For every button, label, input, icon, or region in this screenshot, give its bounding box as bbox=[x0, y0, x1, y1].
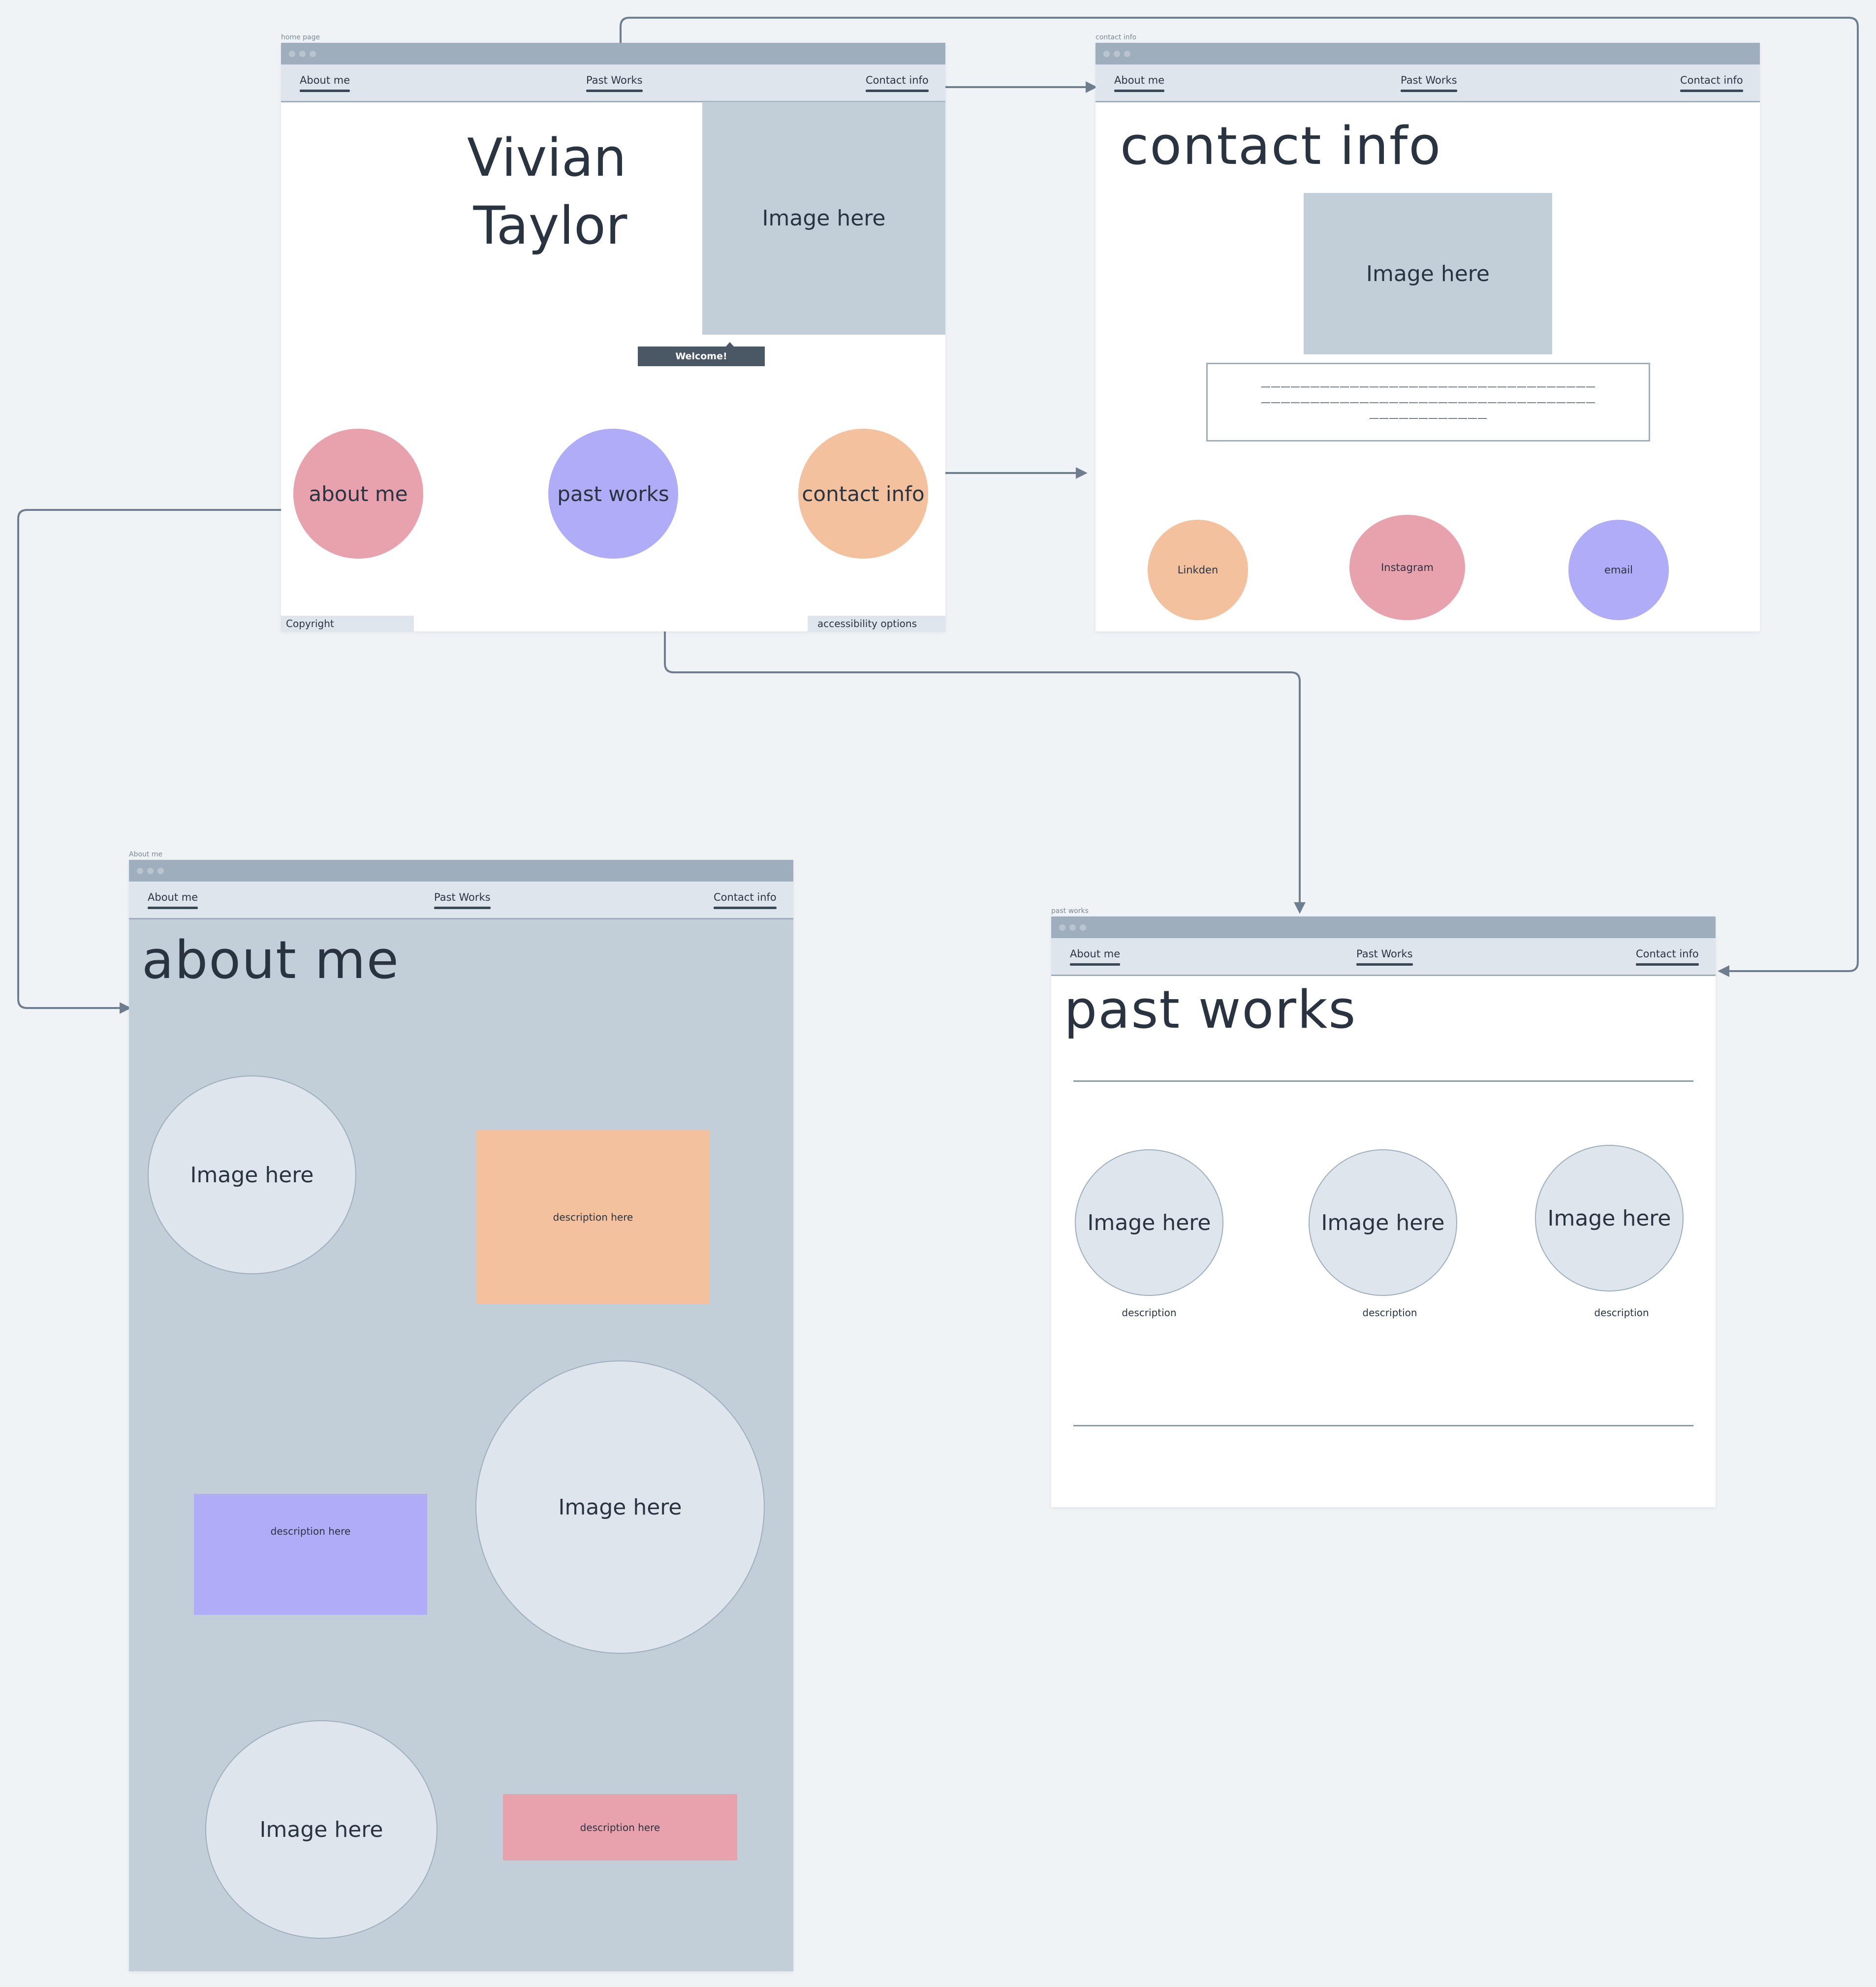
nav-past-works[interactable]: Past Works bbox=[1401, 74, 1457, 92]
page-title: contact info bbox=[1120, 116, 1442, 176]
email-button-label: email bbox=[1604, 564, 1633, 576]
footer-copyright: Copyright bbox=[281, 616, 414, 631]
instagram-button-label: Instagram bbox=[1381, 562, 1434, 573]
nav-past-works[interactable]: Past Works bbox=[586, 74, 643, 92]
nav-contact-info[interactable]: Contact info bbox=[1680, 74, 1743, 92]
linkedin-button[interactable]: Linkden bbox=[1148, 520, 1248, 620]
window-dot-icon bbox=[1069, 924, 1076, 931]
past-works-page-frame: About me Past Works Contact info past wo… bbox=[1051, 916, 1716, 1507]
window-dot-icon bbox=[299, 51, 306, 57]
window-dot-icon bbox=[289, 51, 295, 57]
contact-info-button-label: contact info bbox=[802, 481, 925, 506]
page-title: past works bbox=[1064, 979, 1357, 1040]
description-box-1: description here bbox=[476, 1130, 710, 1304]
contact-page-frame: About me Past Works Contact info contact… bbox=[1095, 43, 1760, 631]
nav-about-me[interactable]: About me bbox=[300, 74, 350, 92]
email-button[interactable]: email bbox=[1568, 520, 1669, 620]
image-placeholder-label: Image here bbox=[1366, 261, 1490, 286]
image-placeholder-label: Image here bbox=[1547, 1205, 1671, 1231]
past-works-button[interactable]: past works bbox=[548, 429, 678, 559]
navbar: About me Past Works Contact info bbox=[129, 882, 793, 919]
window-dot-icon bbox=[310, 51, 316, 57]
window-titlebar bbox=[1051, 916, 1716, 938]
past-works-button-label: past works bbox=[557, 481, 669, 506]
navbar: About me Past Works Contact info bbox=[1095, 64, 1760, 102]
footer-accessibility-link[interactable]: accessibility options bbox=[808, 616, 945, 631]
window-dot-icon bbox=[1124, 51, 1130, 57]
text-line: ———————————— bbox=[1369, 412, 1487, 424]
linkedin-button-label: Linkden bbox=[1177, 564, 1219, 576]
frame-label-past: past works bbox=[1051, 907, 1089, 915]
window-dot-icon bbox=[1059, 924, 1065, 931]
window-titlebar bbox=[1095, 43, 1760, 64]
hero-image-placeholder: Image here bbox=[702, 102, 945, 335]
contact-text-block: —————————————————————————————————— —————… bbox=[1206, 363, 1650, 442]
image-placeholder-label: Image here bbox=[259, 1817, 383, 1842]
nav-contact-info[interactable]: Contact info bbox=[866, 74, 929, 92]
frame-label-home: home page bbox=[281, 33, 320, 41]
divider-top bbox=[1073, 1080, 1693, 1082]
nav-about-me[interactable]: About me bbox=[1070, 948, 1121, 966]
nav-past-works[interactable]: Past Works bbox=[434, 891, 491, 909]
work-description-1: description bbox=[1122, 1307, 1177, 1319]
page-title: about me bbox=[142, 930, 400, 990]
frame-label-about: About me bbox=[129, 851, 163, 858]
contact-image-placeholder: Image here bbox=[1304, 193, 1552, 354]
image-placeholder-label: Image here bbox=[190, 1162, 314, 1188]
nav-about-me[interactable]: About me bbox=[1114, 74, 1165, 92]
name-line-1: Vivian bbox=[467, 127, 626, 188]
description-box-3: description here bbox=[503, 1794, 737, 1861]
description-label: description here bbox=[580, 1821, 660, 1833]
text-line: —————————————————————————————————— bbox=[1261, 380, 1595, 392]
window-dot-icon bbox=[147, 868, 154, 874]
navbar: About me Past Works Contact info bbox=[1051, 938, 1716, 976]
window-dot-icon bbox=[137, 868, 143, 874]
contact-info-button[interactable]: contact info bbox=[798, 429, 928, 559]
image-placeholder-label: Image here bbox=[762, 206, 886, 231]
frame-label-contact: contact info bbox=[1095, 33, 1137, 41]
image-placeholder-2: Image here bbox=[475, 1360, 765, 1654]
work-image-1[interactable]: Image here bbox=[1075, 1149, 1223, 1296]
image-placeholder-label: Image here bbox=[558, 1494, 682, 1520]
description-box-2: description here bbox=[194, 1494, 427, 1615]
text-line: —————————————————————————————————— bbox=[1261, 396, 1595, 408]
window-titlebar bbox=[129, 860, 793, 882]
site-owner-name: Vivian Taylor bbox=[443, 124, 650, 260]
image-placeholder-label: Image here bbox=[1087, 1210, 1211, 1235]
about-me-button-label: about me bbox=[309, 481, 408, 506]
image-placeholder-label: Image here bbox=[1321, 1210, 1445, 1235]
nav-past-works[interactable]: Past Works bbox=[1356, 948, 1413, 966]
work-description-2: description bbox=[1362, 1307, 1417, 1319]
nav-contact-info[interactable]: Contact info bbox=[714, 891, 777, 909]
about-me-button[interactable]: about me bbox=[293, 429, 423, 559]
image-placeholder-3: Image here bbox=[205, 1720, 438, 1939]
home-page-frame: About me Past Works Contact info Vivian … bbox=[281, 43, 945, 631]
image-placeholder-1: Image here bbox=[148, 1075, 356, 1274]
work-image-3[interactable]: Image here bbox=[1535, 1145, 1684, 1292]
divider-bottom bbox=[1073, 1425, 1693, 1426]
window-dot-icon bbox=[1080, 924, 1086, 931]
name-line-2: Taylor bbox=[473, 195, 627, 256]
description-label: description here bbox=[553, 1211, 633, 1223]
window-dot-icon bbox=[1103, 51, 1110, 57]
welcome-tooltip: Welcome! bbox=[638, 347, 765, 366]
window-dot-icon bbox=[1114, 51, 1120, 57]
window-dot-icon bbox=[157, 868, 164, 874]
window-titlebar bbox=[281, 43, 945, 64]
nav-about-me[interactable]: About me bbox=[148, 891, 198, 909]
about-page-frame: About me Past Works Contact info about m… bbox=[129, 860, 793, 1971]
work-description-3: description bbox=[1594, 1307, 1649, 1319]
work-image-2[interactable]: Image here bbox=[1309, 1149, 1457, 1296]
navbar: About me Past Works Contact info bbox=[281, 64, 945, 102]
instagram-button[interactable]: Instagram bbox=[1349, 515, 1465, 620]
description-label: description here bbox=[270, 1525, 351, 1537]
nav-contact-info[interactable]: Contact info bbox=[1636, 948, 1699, 966]
